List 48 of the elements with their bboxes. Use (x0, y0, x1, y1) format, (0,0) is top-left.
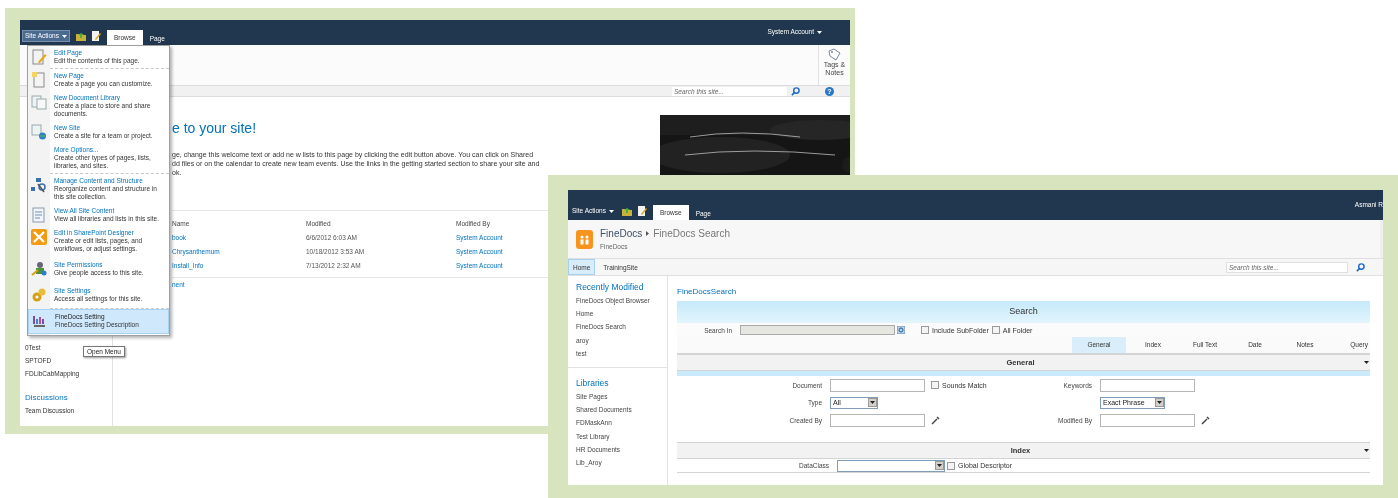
checkbox[interactable] (991, 326, 1000, 334)
gears-icon (31, 287, 47, 303)
created-by-field[interactable] (830, 413, 925, 427)
keywords-field[interactable] (1100, 378, 1195, 392)
caret-icon (61, 34, 67, 38)
people-picker-icon[interactable] (931, 415, 940, 425)
people-key-icon (31, 261, 47, 277)
nav-heading[interactable]: Recently Modified (576, 281, 659, 294)
browse-folder-icon[interactable] (897, 326, 905, 334)
breadcrumb-arrow-icon (646, 230, 650, 236)
modified-by-field[interactable] (1100, 413, 1195, 427)
document-field[interactable] (830, 378, 925, 392)
search-icon[interactable] (791, 86, 800, 96)
page-pencil-icon (31, 49, 47, 65)
search-icon[interactable] (1356, 262, 1365, 272)
new-page-icon (31, 72, 47, 88)
nav-heading[interactable]: Discussions (25, 391, 112, 404)
checkbox[interactable] (931, 381, 939, 389)
data-class-select[interactable] (837, 459, 945, 472)
edit-page-icon[interactable] (637, 206, 647, 216)
edit-page-icon[interactable] (91, 31, 101, 41)
page-title: FineDocsSearch (677, 286, 738, 297)
tools-icon (31, 229, 47, 245)
folder-icon[interactable] (621, 207, 632, 216)
welcome-heading: e to your site! (172, 119, 258, 137)
page-breadcrumb: FineDocs Search (653, 226, 730, 240)
logo-icon (32, 313, 48, 329)
tags-icon[interactable] (827, 48, 842, 61)
people-picker-icon[interactable] (1201, 415, 1210, 425)
checkbox[interactable] (921, 326, 929, 334)
search-in-field[interactable] (740, 325, 895, 335)
dropdown-arrow-icon (870, 401, 875, 404)
nav-heading[interactable]: Libraries (576, 376, 659, 390)
document-list-icon (31, 207, 47, 223)
collapse-icon (1364, 449, 1369, 452)
site-logo-icon (576, 229, 593, 249)
checkbox[interactable] (947, 461, 955, 470)
hierarchy-magnifier-icon (31, 177, 47, 193)
collapse-icon (1364, 361, 1369, 364)
site-globe-icon (31, 124, 47, 140)
caret-icon (817, 30, 822, 34)
caret-icon (608, 209, 614, 213)
search-panel-header: Search (677, 301, 1370, 323)
documents-icon (31, 94, 47, 110)
folder-icon[interactable] (75, 32, 86, 41)
dropdown-arrow-icon (1157, 401, 1162, 404)
breadcrumb-link[interactable]: FineDocs (600, 226, 643, 240)
dropdown-arrow-icon (937, 464, 942, 467)
